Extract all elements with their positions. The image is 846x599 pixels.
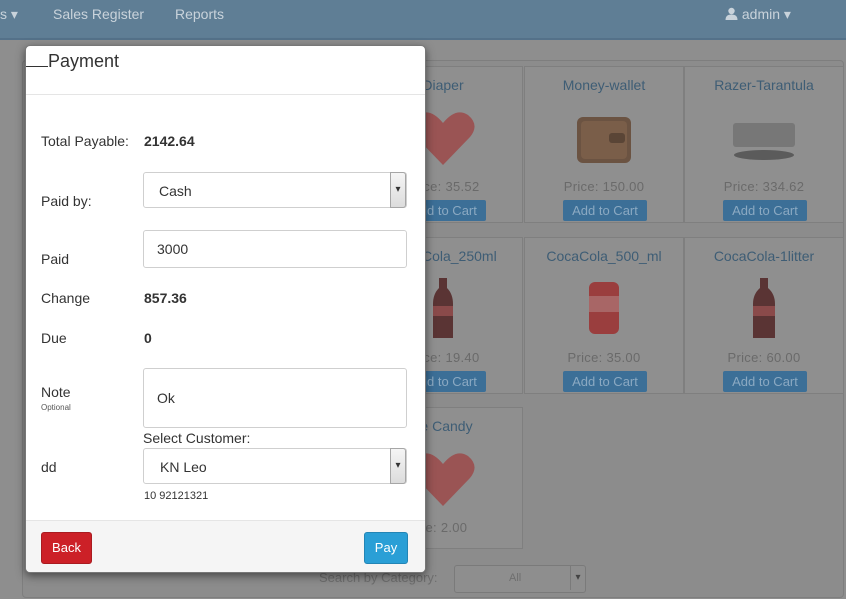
customer-phone: 10 92121321 — [144, 490, 209, 502]
modal-title: Payment — [26, 50, 119, 72]
chevron-down-icon: ▾ — [570, 566, 585, 590]
customer-row-label: dd — [41, 459, 57, 475]
add-to-cart-button[interactable]: Add to Cart — [723, 371, 807, 392]
pay-button[interactable]: Pay — [364, 532, 408, 564]
add-to-cart-button[interactable]: Add to Cart — [563, 200, 647, 221]
paid-by-label: Paid by: — [41, 193, 92, 209]
product-card: Money-wallet Price: 150.00 Add to Cart — [524, 66, 684, 223]
paid-label: Paid — [41, 251, 70, 267]
paid-by-selected: Cash — [159, 183, 192, 199]
change-value: 857.36 — [144, 290, 187, 306]
product-price: Price: 60.00 — [727, 350, 801, 365]
keyboard-image — [733, 123, 795, 160]
note-optional-hint: Optional — [41, 403, 71, 412]
due-label: Due — [41, 330, 67, 346]
total-payable-value: 2142.64 — [144, 133, 195, 149]
paid-input-value: 3000 — [157, 241, 189, 257]
product-name: CocaCola_500_ml — [546, 248, 662, 264]
modal-footer: Back Pay — [26, 520, 425, 572]
product-price: Price: 334.62 — [723, 179, 805, 194]
customer-select[interactable]: KN Leo ▾ — [143, 448, 407, 484]
product-price: Price: 35.00 — [567, 350, 641, 365]
product-card: CocaCola_500_ml Price: 35.00 Add to Cart — [524, 237, 684, 394]
total-payable-label: Total Payable: — [41, 133, 129, 149]
navbar: s ▾ Sales Register Reports admin ▾ — [0, 0, 846, 40]
change-label: Change — [41, 290, 91, 306]
wallet-image — [577, 117, 631, 163]
nav-sales-register[interactable]: Sales Register — [53, 6, 144, 22]
product-name: Razer-Tarantula — [714, 77, 814, 93]
cola-can-image — [589, 282, 619, 334]
back-button[interactable]: Back — [41, 532, 92, 564]
nav-reports[interactable]: Reports — [175, 6, 224, 22]
product-name: CocaCola-1litter — [713, 248, 815, 264]
nav-item-partial[interactable]: s ▾ — [0, 6, 18, 23]
payment-modal: Payment Total Payable: 2142.64 Paid by: … — [25, 45, 426, 573]
product-price: Price: 150.00 — [563, 179, 645, 194]
category-selected: All — [509, 572, 522, 584]
category-select[interactable]: All ▾ — [454, 565, 586, 593]
modal-divider — [26, 94, 425, 95]
paid-by-select[interactable]: Cash ▾ — [143, 172, 407, 208]
note-label: Note — [41, 384, 71, 400]
note-textarea[interactable]: Ok — [143, 368, 407, 428]
select-customer-label: Select Customer: — [143, 430, 251, 446]
customer-selected: KN Leo — [160, 459, 207, 475]
cola-bottle-image — [753, 278, 775, 338]
chevron-down-icon: ▾ — [390, 172, 406, 208]
product-card: Razer-Tarantula Price: 334.62 Add to Car… — [684, 66, 844, 223]
chevron-down-icon: ▾ — [390, 448, 406, 484]
add-to-cart-button[interactable]: Add to Cart — [723, 200, 807, 221]
product-card: CocaCola-1litter Price: 60.00 Add to Car… — [684, 237, 844, 394]
due-value: 0 — [144, 330, 152, 346]
user-icon — [725, 7, 738, 20]
paid-input[interactable]: 3000 — [143, 230, 407, 268]
product-name: Money-wallet — [562, 77, 646, 93]
user-name: admin — [741, 6, 781, 22]
nav-user-menu[interactable]: admin ▾ — [725, 6, 791, 23]
add-to-cart-button[interactable]: Add to Cart — [563, 371, 647, 392]
note-value: Ok — [157, 390, 175, 406]
